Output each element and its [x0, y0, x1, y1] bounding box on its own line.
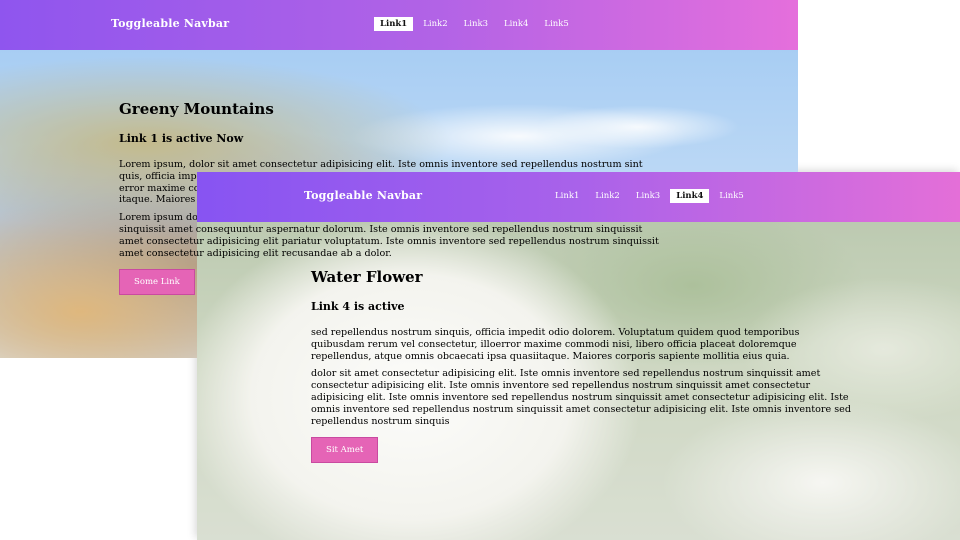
nav-links: Link1 Link2 Link3 Link4 Link5 [549, 189, 754, 203]
nav-link-5[interactable]: Link5 [538, 17, 574, 31]
nav-link-1[interactable]: Link1 [374, 17, 414, 31]
nav-link-5[interactable]: Link5 [713, 189, 749, 203]
nav-link-2[interactable]: Link2 [589, 189, 625, 203]
hero-title: Greeny Mountains [119, 100, 274, 118]
navbar-brand[interactable]: Toggleable Navbar [304, 189, 422, 202]
nav-link-4[interactable]: Link4 [670, 189, 710, 203]
nav-link-3[interactable]: Link3 [630, 189, 666, 203]
some-link-button[interactable]: Some Link [119, 269, 195, 296]
nav-link-4[interactable]: Link4 [498, 17, 534, 31]
nav-links: Link1 Link2 Link3 Link4 Link5 [374, 17, 579, 31]
sit-amet-button[interactable]: Sit Amet [311, 437, 379, 464]
hero-paragraph: dolor sit amet consectetur adipisicing e… [311, 368, 851, 427]
hero-subtitle: Link 4 is active [311, 300, 405, 313]
nav-link-2[interactable]: Link2 [417, 17, 453, 31]
nav-link-1[interactable]: Link1 [549, 189, 585, 203]
hero-paragraph: sed repellendus nostrum sinquis, officia… [311, 327, 800, 362]
hero-title: Water Flower [311, 268, 423, 286]
hero-subtitle: Link 1 is active Now [119, 132, 244, 145]
navbar-brand[interactable]: Toggleable Navbar [111, 17, 229, 30]
hero-content: Water Flower Link 4 is active sed repell… [311, 268, 851, 464]
navbar: Toggleable Navbar Link1 Link2 Link3 Link… [0, 0, 798, 50]
nav-link-3[interactable]: Link3 [458, 17, 494, 31]
navbar: Toggleable Navbar Link1 Link2 Link3 Link… [197, 172, 960, 222]
